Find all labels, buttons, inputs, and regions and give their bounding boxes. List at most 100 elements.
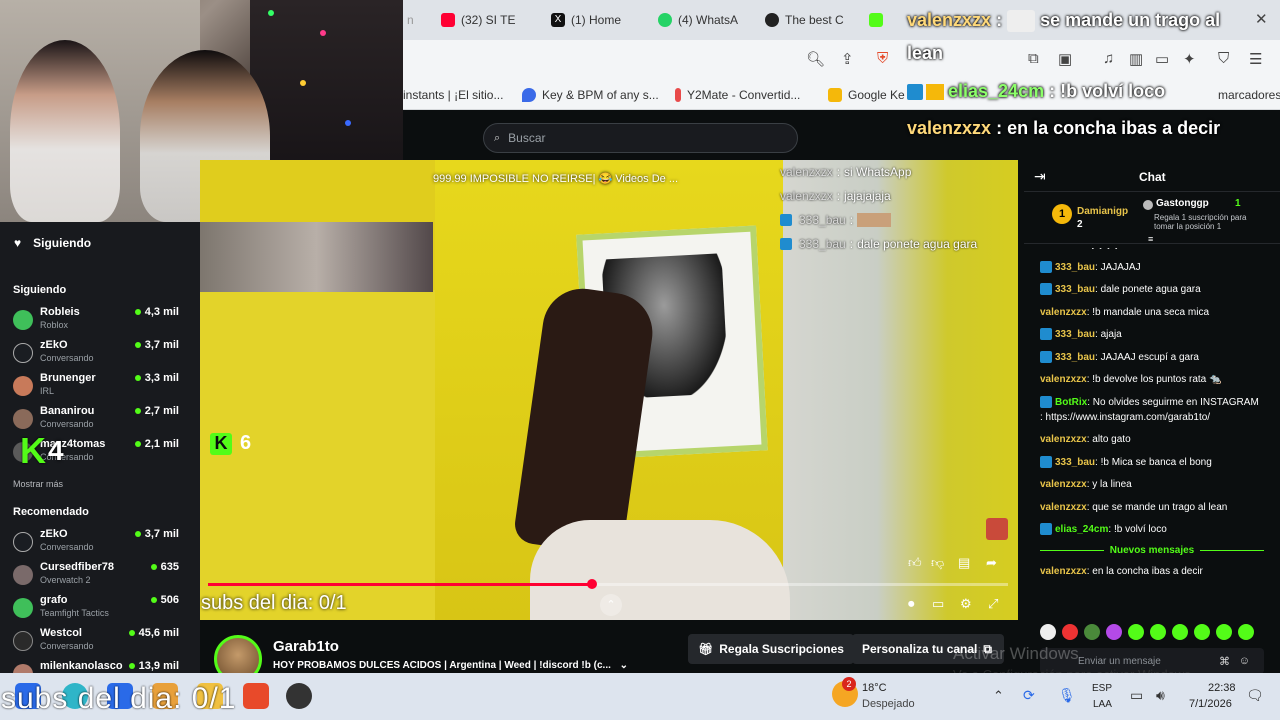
tab-whatsapp[interactable]: (4) WhatsA	[658, 8, 766, 32]
chat-user: 333_bau	[799, 237, 846, 251]
emote-icon[interactable]	[1172, 624, 1188, 640]
chat-user[interactable]: elias_24cm	[1055, 524, 1108, 535]
like-icon[interactable]: 👍︎	[908, 555, 922, 571]
bookmark-icon	[828, 88, 842, 102]
subtitles-icon[interactable]: ▭	[932, 596, 944, 612]
gift-subs-button[interactable]: 🎁︎ Regala Suscripciones	[688, 634, 854, 664]
viewer-count: 3,7 mil	[134, 528, 179, 540]
share-icon[interactable]: ➦	[986, 555, 997, 571]
bookmark[interactable]: Google Ke	[828, 88, 905, 102]
brave-shield-icon[interactable]: ⛨	[877, 50, 888, 67]
microphone-icon[interactable]: 🎙︎	[1058, 687, 1076, 704]
bookmark[interactable]: Y2Mate - Convertid...	[675, 88, 800, 102]
emote-icon[interactable]	[1150, 624, 1166, 640]
chat-user[interactable]: valenzxzx	[1040, 374, 1087, 385]
channel-item[interactable]: Robleis Roblox 4,3 mil	[13, 306, 185, 336]
channel-item[interactable]: zEkO Conversando 3,7 mil	[13, 339, 185, 369]
autoplay-icon[interactable]: ⏺	[908, 596, 915, 612]
following-header[interactable]: ♥ Siguiendo	[14, 236, 91, 250]
search-input[interactable]: ⌕ Buscar	[483, 123, 798, 153]
bookmark-label: Y2Mate - Convertid...	[687, 88, 801, 102]
chat-user[interactable]: 333_bau	[1055, 457, 1095, 468]
channel-item[interactable]: milenkanolasco 13,9 mil	[13, 660, 185, 673]
channel-logo-icon[interactable]	[986, 518, 1008, 540]
bookmark[interactable]: Key & BPM of any s...	[522, 88, 659, 102]
network-icon[interactable]: ▭	[1130, 687, 1143, 704]
clock-time[interactable]: 22:38	[1208, 682, 1236, 694]
bookmark[interactable]: rinstants | ¡El sitio...	[399, 88, 503, 102]
avatar	[13, 664, 33, 673]
chat-user[interactable]: valenzxzx	[1040, 248, 1087, 250]
language-top[interactable]: ESP	[1092, 683, 1112, 694]
channel-item[interactable]: Cursedfiber78 Overwatch 2 635	[13, 561, 185, 591]
streamer-name[interactable]: Garab1to	[273, 638, 339, 655]
channel-item[interactable]: Brunenger IRL 3,3 mil	[13, 372, 185, 402]
emote-icon[interactable]	[1040, 624, 1056, 640]
channel-item[interactable]: grafo Teamfight Tactics 506	[13, 594, 185, 624]
chevron-down-icon[interactable]: ⌄	[620, 660, 628, 671]
chat-user[interactable]: valenzxzx	[1040, 479, 1087, 490]
channel-item[interactable]: zEkO Conversando 3,7 mil	[13, 528, 185, 558]
emote-icon[interactable]	[1106, 624, 1122, 640]
emote-icon[interactable]	[1216, 624, 1232, 640]
emote-icon[interactable]	[1062, 624, 1078, 640]
video-player[interactable]: 999.99 IMPOSIBLE NO REIRSE| 😂 Videos De …	[200, 160, 1018, 620]
show-more-link[interactable]: Mostrar más	[13, 479, 63, 489]
comment-icon[interactable]: ▤	[958, 555, 970, 571]
tab-youtube[interactable]: (32) SI TE	[441, 8, 551, 32]
clock-date[interactable]: 7/1/2026	[1189, 698, 1232, 710]
drag-handle-icon[interactable]: ≡	[1148, 234, 1153, 244]
subs-day-overlay: subs del dia: 0/1	[201, 592, 347, 614]
collapse-chat-icon[interactable]: ⇥	[1034, 168, 1046, 185]
notifications-icon[interactable]: 🗨︎	[1246, 687, 1264, 704]
chat-user[interactable]: valenzxzx	[1040, 434, 1087, 445]
chat-user[interactable]: 333_bau	[1055, 329, 1095, 340]
emote-icon[interactable]	[1128, 624, 1144, 640]
brave-icon[interactable]	[243, 683, 269, 709]
new-messages-divider[interactable]: Nuevos mensajes	[1040, 545, 1264, 556]
chat-user[interactable]: BotRix	[1055, 397, 1087, 408]
chat-user[interactable]: valenzxzx	[1040, 502, 1087, 513]
emote-icon[interactable]	[1084, 624, 1100, 640]
emote-icon[interactable]	[1238, 624, 1254, 640]
language-bottom[interactable]: LAA	[1093, 699, 1112, 710]
sync-icon[interactable]: ⟳	[1023, 687, 1035, 704]
x-icon: X	[551, 13, 565, 27]
chat-user[interactable]: 333_bau	[1055, 262, 1095, 273]
viewer-count-label: 2,7 mil	[144, 405, 179, 417]
avatar	[13, 343, 33, 363]
tab-kick[interactable]	[869, 8, 889, 32]
command-icon[interactable]: ⌘	[1219, 655, 1230, 668]
chat-message: 333_bau: !b Mica se banca el bong	[1040, 455, 1264, 470]
progress-bar[interactable]	[208, 579, 1008, 589]
chat-user: 333_bau	[799, 213, 846, 227]
chat-user[interactable]: valenzxzx	[1040, 566, 1087, 577]
fullscreen-icon[interactable]: ⤢	[988, 596, 998, 612]
chevron-up-icon[interactable]: ⌃	[993, 688, 1004, 704]
chat-user[interactable]: valenzxzx	[1040, 307, 1087, 318]
emote-icon[interactable]	[1194, 624, 1210, 640]
tab-github[interactable]: The best C	[765, 8, 865, 32]
emote-icon	[857, 213, 892, 227]
chat-user[interactable]: 333_bau	[1055, 352, 1095, 363]
obs-chat-user: valenzxzx	[907, 10, 992, 30]
emoji-icon[interactable]: ☺	[1239, 655, 1250, 667]
channel-name: Brunenger	[40, 372, 96, 384]
zoom-icon[interactable]: 🔍︎	[806, 50, 825, 68]
tab-partial[interactable]: n	[407, 8, 427, 32]
settings-icon[interactable]: ⚙	[960, 596, 972, 612]
tab-x[interactable]: X (1) Home	[551, 8, 661, 32]
chat-text: jajajajaja	[844, 189, 891, 203]
progress-knob[interactable]	[587, 579, 597, 589]
chevron-up-icon[interactable]: ⌃	[600, 594, 622, 616]
volume-icon[interactable]: 🔊︎	[1156, 687, 1165, 704]
dislike-icon[interactable]: 👎︎	[931, 555, 944, 571]
chat-header: ⇥ Chat	[1024, 160, 1280, 192]
chat-text: que se mande un trago al lean	[1092, 501, 1228, 513]
share-icon[interactable]: ⇪	[841, 50, 854, 68]
leader-user-2: Gastonggp	[1156, 198, 1209, 209]
channel-item[interactable]: Westcol Conversando 45,6 mil	[13, 627, 185, 657]
chat-user[interactable]: 333_bau	[1055, 284, 1095, 295]
obs-icon[interactable]	[286, 683, 312, 709]
viewer-count-label: 4,3 mil	[144, 306, 179, 318]
